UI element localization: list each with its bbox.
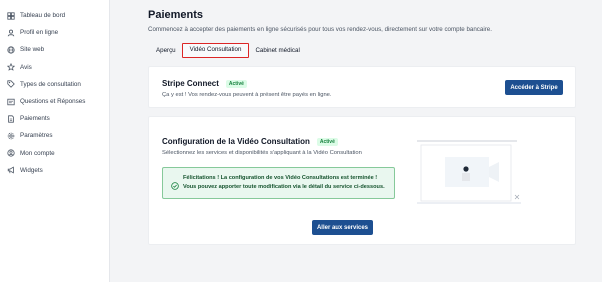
megaphone-icon (7, 166, 15, 174)
success-message-line2: Vous pouvez apporter toute modification … (183, 183, 385, 190)
success-alert: Félicitations ! La configuration de vos … (162, 167, 395, 199)
sidebar-item-site-web[interactable]: Site web (0, 41, 109, 58)
stripe-connect-title-row: Stripe Connect Activé (162, 79, 332, 88)
sidebar-item-label: Mon compte (20, 149, 55, 157)
video-consultation-title-row: Configuration de la Vidéo Consultation A… (162, 137, 362, 146)
sidebar-item-label: Paramètres (20, 132, 53, 140)
sidebar-item-paiements[interactable]: Paiements (0, 110, 109, 127)
sidebar-item-label: Types de consultation (20, 80, 81, 88)
sidebar-item-widgets[interactable]: Widgets (0, 162, 109, 179)
video-consultation-title: Configuration de la Vidéo Consultation (162, 137, 310, 146)
sidebar-item-types-consultation[interactable]: Types de consultation (0, 76, 109, 93)
sidebar-item-avis[interactable]: Avis (0, 59, 109, 76)
gear-icon (7, 132, 15, 140)
sidebar-item-questions[interactable]: Questions et Réponses (0, 93, 109, 110)
video-consultation-illustration (411, 137, 521, 207)
sidebar-item-label: Profil en ligne (20, 29, 59, 37)
qa-icon (7, 98, 15, 106)
sidebar-item-mon-compte[interactable]: Mon compte (0, 145, 109, 162)
video-consultation-card: Configuration de la Vidéo Consultation A… (148, 116, 576, 245)
user-icon (7, 29, 15, 37)
stripe-connect-card: Stripe Connect Activé Ça y est ! Vos ren… (148, 66, 576, 108)
globe-icon (7, 46, 15, 54)
stripe-connect-description: Ça y est ! Vos rendez-vous peuvent à pré… (162, 92, 332, 98)
sidebar: Tableau de bord Profil en ligne Site web… (0, 0, 110, 282)
sidebar-item-profil[interactable]: Profil en ligne (0, 24, 109, 41)
go-to-services-button[interactable]: Aller aux services (312, 220, 373, 235)
tag-icon (7, 80, 15, 89)
sidebar-item-tableau-de-bord[interactable]: Tableau de bord (0, 7, 109, 24)
sidebar-item-label: Widgets (20, 166, 43, 174)
payment-tabs: Aperçu Vidéo Consultation Cabinet médica… (150, 43, 306, 58)
page-title: Paiements (148, 9, 204, 21)
dashboard-icon (7, 11, 15, 20)
status-badge: Activé (225, 79, 247, 88)
sidebar-item-label: Paiements (20, 115, 50, 123)
tab-video-consultation[interactable]: Vidéo Consultation (181, 43, 250, 58)
document-icon (7, 115, 15, 123)
page-subtitle: Commencez à accepter des paiements en li… (148, 26, 492, 33)
stripe-connect-title: Stripe Connect (162, 79, 219, 88)
sidebar-item-label: Tableau de bord (20, 12, 66, 20)
sidebar-item-label: Site web (20, 46, 45, 54)
video-consultation-description: Sélectionnez les services et disponibili… (162, 150, 362, 156)
star-icon (7, 63, 15, 71)
access-stripe-button[interactable]: Accéder à Stripe (505, 80, 563, 95)
tab-cabinet-medical[interactable]: Cabinet médical (249, 43, 305, 58)
status-badge: Activé (316, 137, 338, 146)
sidebar-item-parametres[interactable]: Paramètres (0, 127, 109, 144)
check-circle-icon (171, 177, 179, 190)
sidebar-item-label: Questions et Réponses (20, 98, 86, 106)
sidebar-item-label: Avis (20, 63, 32, 71)
success-message-line1: Félicitations ! La configuration de vos … (183, 175, 378, 181)
tab-apercu[interactable]: Aperçu (150, 43, 182, 58)
account-icon (7, 149, 15, 157)
